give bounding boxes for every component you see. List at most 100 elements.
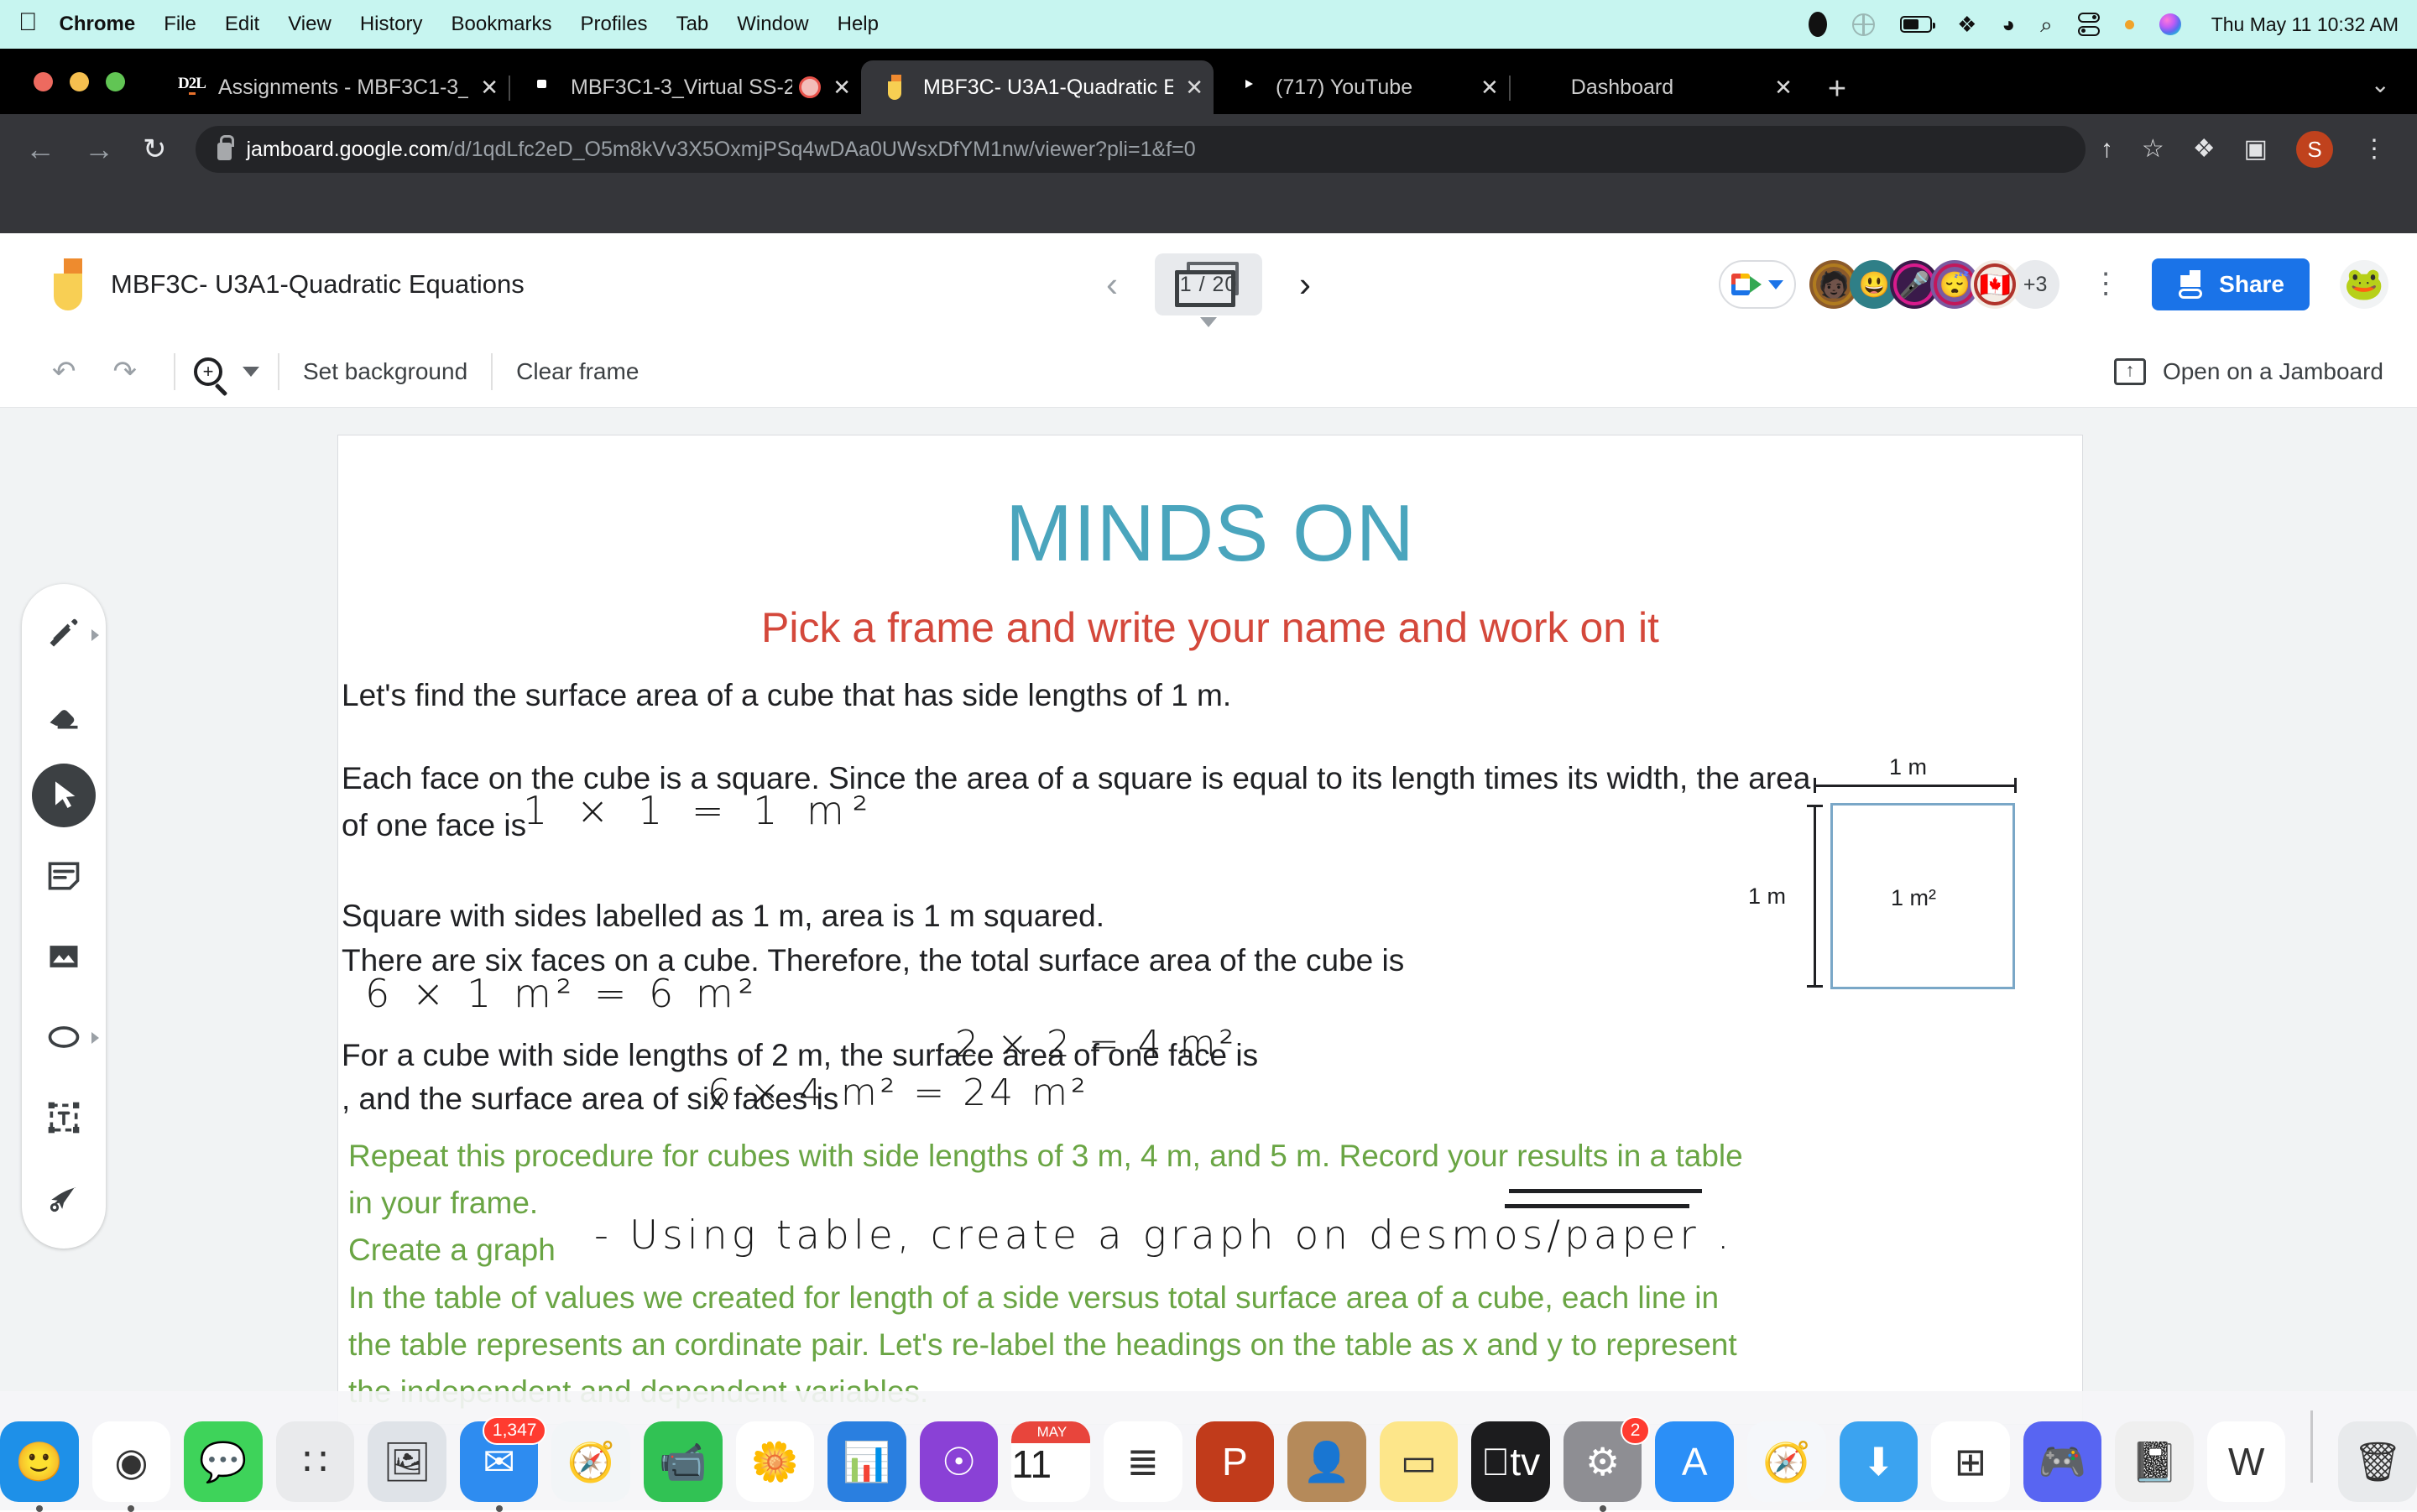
menu-item-file[interactable]: File [164, 13, 196, 36]
share-button[interactable]: Share [2152, 258, 2310, 310]
tab-jamboard[interactable]: MBF3C- U3A1-Quadratic Equa ✕ [861, 60, 1214, 114]
account-avatar[interactable]: 🐸 [2340, 260, 2388, 309]
google-meet-button[interactable] [1719, 260, 1796, 309]
close-tab-button[interactable]: ✕ [1185, 75, 1203, 101]
wifi-icon[interactable]: ◕ [2002, 13, 2015, 35]
side-panel-icon[interactable]: ▣ [2244, 137, 2268, 162]
reload-button[interactable]: ↻ [143, 135, 167, 164]
jam-frame-canvas[interactable]: MINDS ON Pick a frame and write your nam… [337, 435, 2083, 1425]
dock-item-mail[interactable]: ✉1,347 [460, 1421, 539, 1502]
dock-item-notebook[interactable]: 📓 [2115, 1421, 2194, 1502]
redo-button[interactable]: ↷ [95, 357, 156, 386]
menu-item-profiles[interactable]: Profiles [581, 13, 648, 36]
back-button[interactable]: ← [25, 134, 55, 164]
tab-youtube[interactable]: (717) YouTube ✕ [1214, 60, 1509, 114]
menu-item-view[interactable]: View [288, 13, 331, 36]
dock-item-downloads[interactable]: ⬇ [1840, 1421, 1918, 1502]
menu-item-help[interactable]: Help [838, 13, 879, 36]
shape-options-caret-icon[interactable] [91, 1032, 99, 1044]
dock-item-powerpoint[interactable]: P [1196, 1421, 1275, 1502]
dock-item-apple-tv[interactable]: tv [1471, 1421, 1550, 1502]
chrome-menu-icon[interactable]: ⋮ [2362, 137, 2387, 162]
minimize-window-button[interactable] [70, 72, 89, 91]
tab-recording-indicator-icon[interactable] [799, 76, 821, 98]
dock-item-calendar[interactable]: MAY11 [1011, 1421, 1090, 1502]
dock-item-contacts[interactable]: 👤 [1287, 1421, 1366, 1502]
tab-assignments-d2l[interactable]: D2L Assignments - MBF3C1-3_Virt ✕ [156, 60, 509, 114]
search-icon[interactable]: ⌕ [2040, 13, 2053, 35]
dock-item-preview[interactable]: 🖼 [368, 1421, 446, 1502]
dock-item-app-store[interactable]: A [1655, 1421, 1734, 1502]
maximize-window-button[interactable] [106, 72, 125, 91]
bluetooth-icon[interactable]: ❖ [1957, 13, 1976, 35]
more-options-button[interactable]: ⋮ [2081, 278, 2130, 290]
menu-item-window[interactable]: Window [737, 13, 808, 36]
jamboard-logo-icon[interactable] [54, 258, 82, 310]
jam-title[interactable]: MBF3C- U3A1-Quadratic Equations [111, 269, 525, 300]
dock-item-facetime[interactable]: 📹 [644, 1421, 723, 1502]
address-bar[interactable]: jamboard.google.com/d/1qdLfc2eD_O5m8kVv3… [196, 126, 2086, 173]
window-traffic-lights[interactable] [34, 72, 125, 91]
tab-search-chevron-down-icon[interactable]: ⌄ [2371, 70, 2390, 98]
frame-counter-button[interactable]: 1 / 20 [1155, 253, 1262, 315]
laser-pointer-tool[interactable] [32, 1166, 96, 1230]
close-window-button[interactable] [34, 72, 53, 91]
dock-item-finder[interactable]: 🙂 [0, 1421, 79, 1502]
dock-item-podcasts[interactable]: ☉ [920, 1421, 999, 1502]
image-tool[interactable] [32, 925, 96, 988]
new-tab-button[interactable]: + [1828, 73, 1846, 105]
close-tab-button[interactable]: ✕ [833, 75, 851, 101]
clear-frame-button[interactable]: Clear frame [511, 358, 644, 385]
screen-recording-icon[interactable] [1809, 12, 1827, 37]
shape-tool[interactable] [32, 1005, 96, 1069]
close-tab-button[interactable]: ✕ [1480, 75, 1499, 101]
extensions-puzzle-icon[interactable]: ❖ [2193, 137, 2216, 162]
battery-icon[interactable] [1900, 16, 1932, 33]
avatar[interactable]: 🇨🇦 [1971, 260, 2019, 309]
menu-item-history[interactable]: History [360, 13, 423, 36]
siri-icon[interactable] [2159, 13, 2181, 35]
menu-item-bookmarks[interactable]: Bookmarks [451, 13, 551, 36]
undo-button[interactable]: ↶ [34, 357, 95, 386]
open-on-a-jamboard-button[interactable]: Open on a Jamboard [2114, 358, 2383, 385]
globe-icon[interactable] [1852, 13, 1875, 36]
dock-item-reminders[interactable]: ≣ [1104, 1421, 1182, 1502]
sticky-note-tool[interactable] [32, 844, 96, 908]
previous-frame-button[interactable]: ‹ [1094, 262, 1130, 307]
menu-item-chrome[interactable]: Chrome [60, 13, 136, 36]
close-tab-button[interactable]: ✕ [1774, 75, 1793, 101]
bookmark-star-icon[interactable]: ☆ [2142, 137, 2164, 162]
menu-item-edit[interactable]: Edit [225, 13, 259, 36]
eraser-tool[interactable] [32, 683, 96, 747]
pen-options-caret-icon[interactable] [91, 629, 99, 641]
chevron-down-icon[interactable] [1768, 280, 1783, 289]
zoom-chevron-down-icon[interactable] [243, 367, 259, 377]
menubar-clock[interactable]: Thu May 11 10:32 AM [2211, 13, 2399, 36]
next-frame-button[interactable]: › [1287, 262, 1323, 307]
close-tab-button[interactable]: ✕ [480, 75, 499, 101]
share-icon[interactable]: ↑ [2101, 137, 2113, 162]
select-tool[interactable] [32, 764, 96, 827]
control-center-icon[interactable] [2078, 13, 2100, 36]
dock-item-notes[interactable]: ▭ [1380, 1421, 1459, 1502]
tab-dashboard[interactable]: Dashboard ✕ [1509, 60, 1803, 114]
dock-item-chrome[interactable]: ◉ [92, 1421, 171, 1502]
dock-item-microsoft-store[interactable]: ⊞ [1931, 1421, 2010, 1502]
dock-item-maps[interactable]: 🧭 [551, 1421, 630, 1502]
dock-item-launchpad[interactable]: ∷ [276, 1421, 355, 1502]
dock-item-messages[interactable]: 💬 [184, 1421, 263, 1502]
dock-item-system-settings[interactable]: ⚙2 [1563, 1421, 1642, 1502]
dock-item-photos[interactable]: 🌼 [736, 1421, 815, 1502]
profile-avatar[interactable]: S [2296, 131, 2333, 168]
tab-zoom-meeting[interactable]: MBF3C1-3_Virtual SS-2223 ✕ [509, 60, 861, 114]
apple-menu-icon[interactable]:  [18, 10, 38, 35]
dock-item-discord[interactable]: 🎮 [2023, 1421, 2102, 1502]
set-background-button[interactable]: Set background [298, 358, 472, 385]
forward-button[interactable]: → [84, 134, 114, 164]
dock-item-trash[interactable]: 🗑 [2338, 1421, 2417, 1502]
dock-item-keynote[interactable]: 📊 [827, 1421, 906, 1502]
pen-tool[interactable] [32, 602, 96, 666]
text-box-tool[interactable] [32, 1086, 96, 1150]
dock-item-word[interactable]: W [2207, 1421, 2286, 1502]
dock-item-safari[interactable]: 🧭 [1747, 1421, 1826, 1502]
